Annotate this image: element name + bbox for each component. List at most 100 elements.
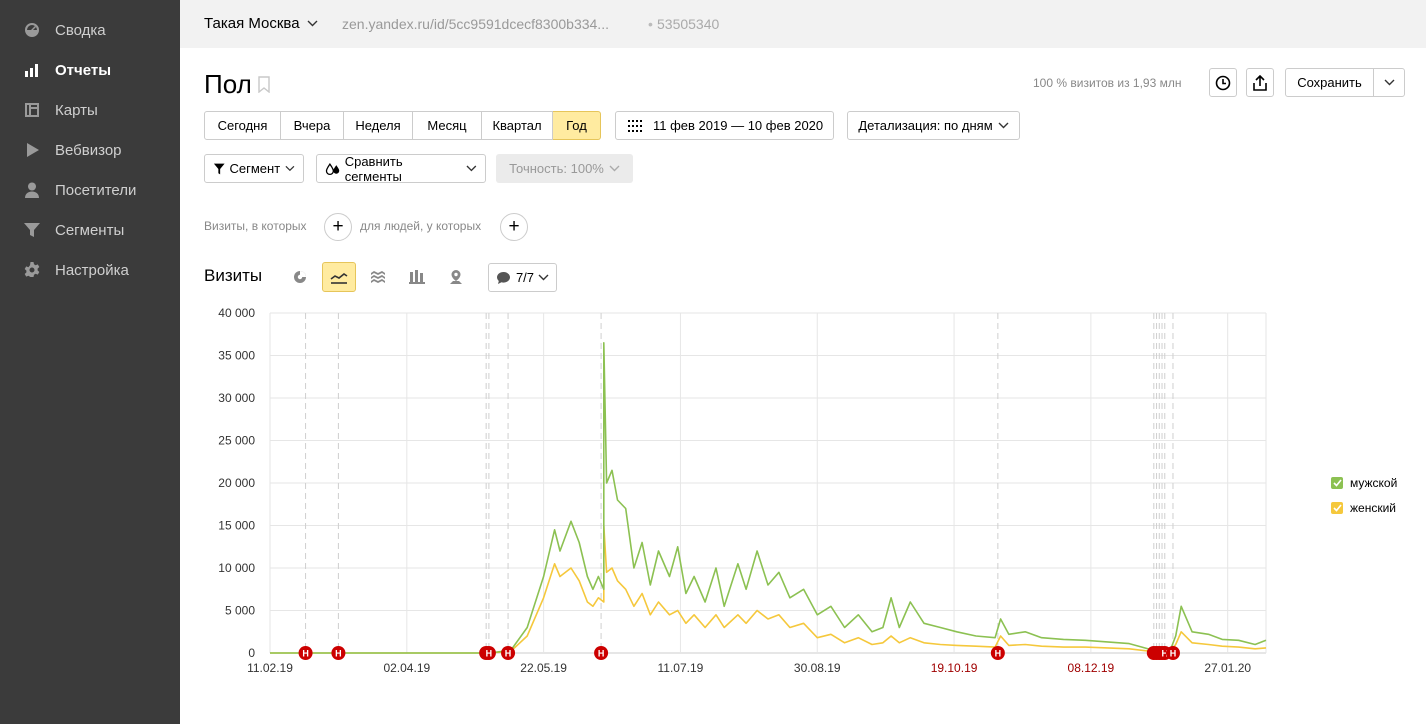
- y-tick-label: 10 000: [218, 561, 255, 575]
- add-visit-condition-button[interactable]: +: [324, 213, 352, 241]
- annotation-marker[interactable]: Н: [298, 646, 313, 660]
- chevron-down-icon: [609, 165, 620, 172]
- annotation-marker[interactable]: Н: [594, 646, 609, 660]
- chart-type-map-button[interactable]: [439, 262, 473, 292]
- period-week-button[interactable]: Неделя: [344, 111, 413, 140]
- share-icon: [1253, 74, 1267, 91]
- annotations-count: 7/7: [515, 270, 535, 285]
- period-year-button[interactable]: Год: [553, 111, 601, 140]
- map-layout-icon: [22, 100, 42, 120]
- clock-icon: [1215, 75, 1231, 90]
- checkbox-checked-icon: [1331, 477, 1343, 489]
- user-icon: [22, 180, 42, 200]
- topbar: Такая Москва zen.yandex.ru/id/5cc9591dce…: [180, 0, 1426, 48]
- site-selector[interactable]: Такая Москва: [204, 15, 318, 32]
- drops-icon: [325, 162, 340, 175]
- annotation-marker-label: Н: [598, 649, 605, 659]
- sidebar: Сводка Отчеты Карты Вебвизор Посетители …: [0, 0, 180, 724]
- gauge-icon: [22, 20, 42, 40]
- annotations-button[interactable]: 7/7: [488, 263, 557, 292]
- annotation-marker[interactable]: Н: [1165, 646, 1180, 660]
- detail-select[interactable]: Детализация: по дням: [847, 111, 1020, 140]
- period-today-button[interactable]: Сегодня: [204, 111, 281, 140]
- y-tick-label: 15 000: [218, 519, 255, 533]
- sidebar-item-label: Сегменты: [55, 221, 125, 239]
- y-tick-label: 35 000: [218, 349, 255, 363]
- comment-icon: [496, 271, 510, 284]
- site-name: Такая Москва: [204, 15, 300, 32]
- chevron-down-icon: [466, 165, 477, 172]
- chevron-down-icon: [307, 20, 318, 27]
- sidebar-item-settings[interactable]: Настройка: [22, 259, 129, 281]
- sidebar-item-segments[interactable]: Сегменты: [22, 219, 124, 241]
- sidebar-item-summary[interactable]: Сводка: [22, 19, 106, 41]
- x-tick-label: 08.12.19: [1068, 661, 1115, 675]
- y-tick-label: 20 000: [218, 476, 255, 490]
- bar-chart-icon: [22, 60, 42, 80]
- sidebar-item-label: Сводка: [55, 21, 106, 39]
- x-tick-label: 27.01.20: [1204, 661, 1251, 675]
- visits-share: 100 % визитов из 1,93 млн: [1033, 76, 1182, 90]
- bookmark-icon[interactable]: [258, 76, 270, 93]
- site-url[interactable]: zen.yandex.ru/id/5cc9591dcecf8300b334...: [342, 16, 609, 32]
- chart-type-line-button[interactable]: [322, 262, 356, 292]
- period-yesterday-button[interactable]: Вчера: [281, 111, 344, 140]
- chart-type-pie-button[interactable]: [283, 262, 317, 292]
- sidebar-item-reports[interactable]: Отчеты: [22, 59, 111, 81]
- visits-chart[interactable]: 40 000 35 000 30 000 25 000 20 000 15 000 10 0…: [200, 300, 1300, 685]
- chart-type-area-button[interactable]: [361, 262, 395, 292]
- annotation-marker-label: Н: [486, 649, 493, 659]
- annotation-marker[interactable]: Н: [331, 646, 346, 660]
- compare-segments-button[interactable]: Сравнить сегменты: [316, 153, 486, 184]
- y-tick-label: 0: [248, 646, 255, 660]
- accuracy-select[interactable]: Точность: 100%: [496, 154, 633, 183]
- save-options-button[interactable]: [1373, 68, 1405, 97]
- series-line-male: [270, 341, 1267, 654]
- area-chart-icon: [371, 271, 385, 283]
- history-button[interactable]: [1209, 68, 1237, 97]
- gear-icon: [22, 260, 42, 280]
- people-condition-label: для людей, у которых: [360, 219, 482, 233]
- annotation-marker-label: Н: [1170, 649, 1177, 659]
- legend-item-female[interactable]: женский: [1331, 501, 1396, 515]
- sidebar-item-label: Отчеты: [55, 61, 112, 79]
- annotation-marker[interactable]: Н: [990, 646, 1005, 660]
- checkbox-checked-icon: [1331, 502, 1343, 514]
- x-tick-label: 22.05.19: [520, 661, 567, 675]
- sidebar-item-webvisor[interactable]: Вебвизор: [22, 139, 122, 161]
- period-quarter-button[interactable]: Квартал: [482, 111, 553, 140]
- series-line-female: [270, 524, 1267, 654]
- filter-icon: [213, 163, 225, 174]
- accuracy-label: Точность: 100%: [509, 161, 604, 176]
- chevron-down-icon: [285, 165, 295, 172]
- sidebar-item-maps[interactable]: Карты: [22, 99, 98, 121]
- legend-item-male[interactable]: мужской: [1331, 476, 1397, 490]
- y-tick-label: 40 000: [218, 306, 255, 320]
- sidebar-item-label: Вебвизор: [55, 141, 122, 159]
- chevron-down-icon: [538, 274, 549, 281]
- period-month-button[interactable]: Месяц: [413, 111, 482, 140]
- save-button[interactable]: Сохранить: [1285, 68, 1374, 97]
- x-tick-label: 30.08.19: [794, 661, 841, 675]
- add-people-condition-button[interactable]: +: [500, 213, 528, 241]
- x-tick-label: 11.02.19: [247, 661, 293, 675]
- chevron-down-icon: [1384, 79, 1394, 86]
- sidebar-item-label: Настройка: [55, 261, 129, 279]
- segment-button[interactable]: Сегмент: [204, 154, 304, 183]
- bar-chart-icon: [409, 270, 425, 284]
- annotation-marker[interactable]: Н: [481, 646, 496, 660]
- filter-icon: [22, 220, 42, 240]
- annotation-marker[interactable]: Н: [501, 646, 516, 660]
- annotation-marker-label: Н: [302, 649, 309, 659]
- y-tick-label: 25 000: [218, 434, 255, 448]
- counter-id: 53505340: [657, 16, 720, 32]
- chart-type-bar-button[interactable]: [400, 262, 434, 292]
- map-pin-icon: [450, 270, 462, 284]
- period-selector: Сегодня Вчера Неделя Месяц Квартал Год: [204, 111, 601, 140]
- compare-segments-label: Сравнить сегменты: [344, 153, 403, 184]
- date-range-button[interactable]: 11 фев 2019 — 10 фев 2020: [615, 111, 834, 140]
- export-button[interactable]: [1246, 68, 1274, 97]
- sidebar-item-visitors[interactable]: Посетители: [22, 179, 136, 201]
- line-chart-icon: [330, 273, 348, 284]
- calendar-icon: [628, 119, 642, 132]
